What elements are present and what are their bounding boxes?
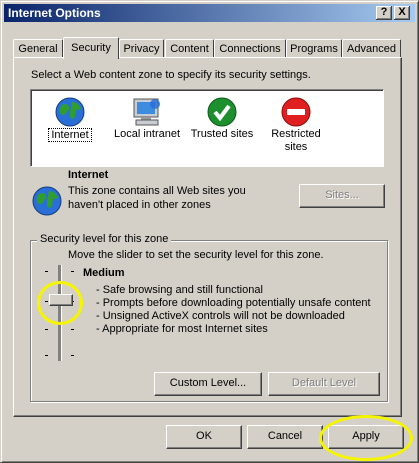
zone-restricted-sites[interactable]: Restricted sites (263, 90, 329, 166)
tab-security[interactable]: Security (63, 37, 119, 59)
slider-highlight-ring (37, 281, 83, 325)
zone-list: Internet Local intranet Trusted sites Re… (30, 89, 384, 167)
zone-label-local-intranet: Local intranet (113, 128, 181, 140)
zone-label-trusted-sites: Trusted sites (190, 128, 254, 140)
level-bullet: - Safe browsing and still functional (96, 284, 263, 296)
zone-internet[interactable]: Internet (37, 90, 103, 166)
sites-button[interactable]: Sites... (299, 184, 385, 208)
level-bullet: - Unsigned ActiveX controls will not be … (96, 310, 345, 322)
zone-label-restricted-sites: Restricted sites (271, 128, 321, 153)
level-bullet: - Prompts before downloading potentially… (96, 297, 371, 309)
zone-prompt: Select a Web content zone to specify its… (31, 69, 311, 81)
slider-hint: Move the slider to set the security leve… (68, 249, 324, 261)
custom-level-button[interactable]: Custom Level... (154, 372, 262, 396)
zone-label-internet: Internet (48, 128, 92, 142)
tab-programs[interactable]: Programs (286, 39, 342, 58)
tab-privacy[interactable]: Privacy (119, 39, 164, 58)
apply-highlight-ring (319, 415, 413, 461)
tab-content[interactable]: Content (165, 39, 214, 58)
globe-icon (32, 186, 62, 216)
selected-zone-name: Internet (68, 169, 109, 181)
internet-options-dialog: Internet Options ? X General Security Pr… (0, 0, 419, 463)
level-bullet: - Appropriate for most Internet sites (96, 323, 268, 335)
close-button[interactable]: X (394, 6, 410, 20)
selected-zone-desc-line2: haven't placed in other zones (68, 199, 211, 211)
zone-trusted-sites[interactable]: Trusted sites (189, 90, 255, 166)
help-button[interactable]: ? (376, 6, 392, 20)
default-level-button[interactable]: Default Level (268, 372, 380, 396)
title-bar: Internet Options ? X (4, 4, 415, 22)
no-entry-icon (281, 97, 311, 127)
ok-button[interactable]: OK (166, 425, 242, 449)
security-level-group-title: Security level for this zone (37, 233, 172, 245)
tab-general[interactable]: General (13, 39, 63, 58)
checkmark-icon (207, 97, 237, 127)
zone-local-intranet[interactable]: Local intranet (109, 90, 185, 166)
cancel-button[interactable]: Cancel (247, 425, 323, 449)
tab-advanced[interactable]: Advanced (342, 39, 401, 58)
tab-connections[interactable]: Connections (214, 39, 286, 58)
selected-zone-desc-line1: This zone contains all Web sites you (68, 185, 246, 197)
window-title: Internet Options (8, 6, 101, 20)
security-level-bullets: - Safe browsing and still functional - P… (96, 284, 371, 336)
globe-icon (55, 97, 85, 127)
computer-icon (133, 98, 160, 126)
security-level-name: Medium (83, 267, 125, 279)
